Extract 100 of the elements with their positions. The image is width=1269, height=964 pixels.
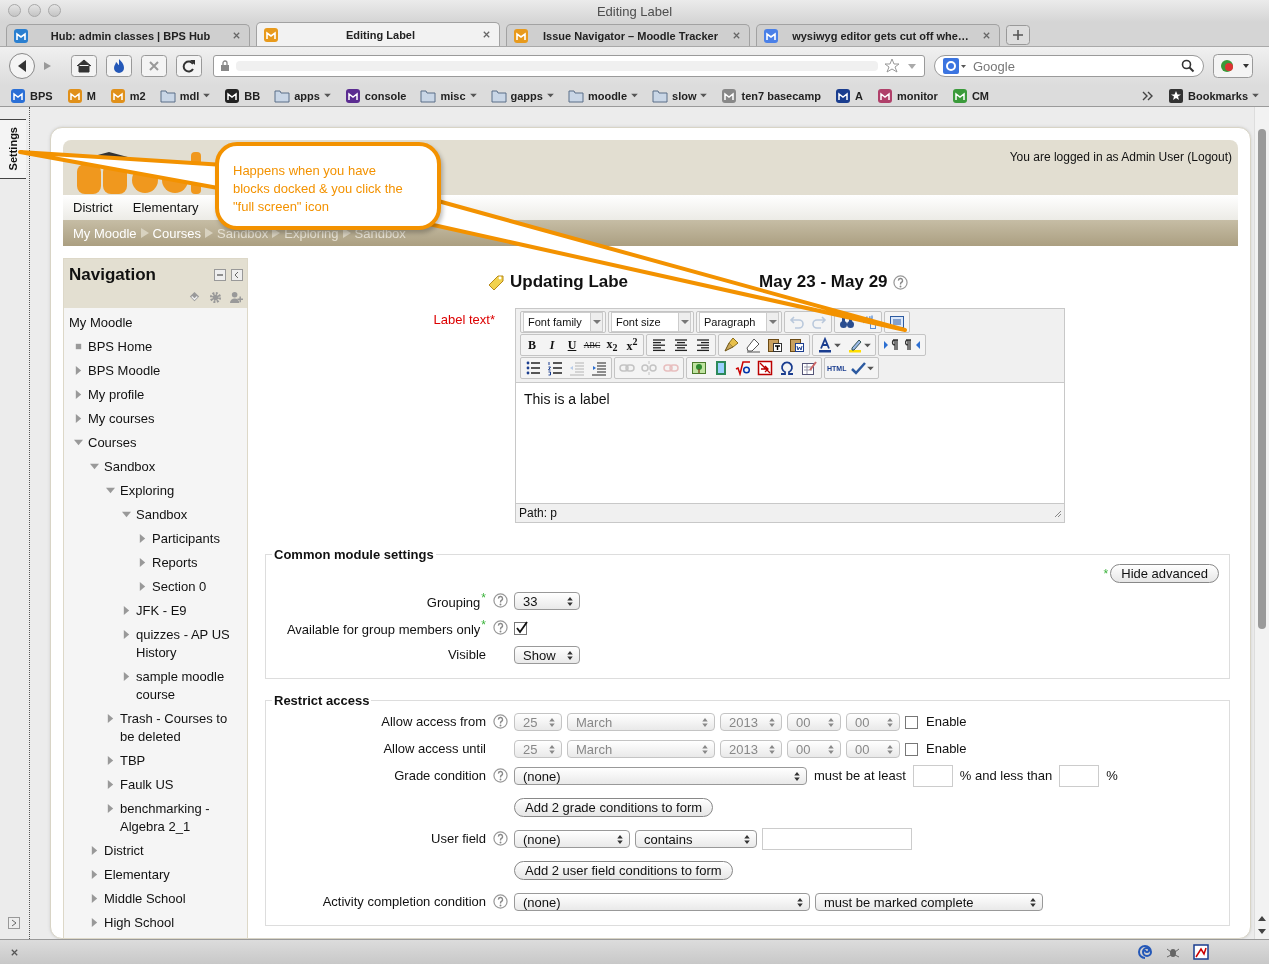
collapsed-icon[interactable]: [138, 558, 147, 567]
nav-item[interactable]: Participants: [152, 530, 220, 548]
minimize-icon[interactable]: [214, 269, 226, 281]
close-icon[interactable]: [10, 947, 19, 957]
nav-item[interactable]: High School: [104, 914, 175, 932]
nav-item[interactable]: BPS Moodle: [88, 362, 161, 380]
toolbar-button[interactable]: [787, 337, 807, 353]
input-field[interactable]: [912, 764, 953, 787]
nav-item[interactable]: sample moodle course: [136, 668, 241, 704]
collapsed-icon[interactable]: [106, 714, 115, 723]
nav-item[interactable]: Courses: [88, 434, 137, 452]
format-button[interactable]: B: [523, 337, 541, 353]
expanded-icon[interactable]: [106, 486, 115, 495]
toolbar-button[interactable]: [743, 337, 763, 353]
search-field[interactable]: Google: [934, 55, 1204, 77]
expanded-icon[interactable]: [122, 510, 131, 519]
nav-item[interactable]: Elementary: [104, 866, 170, 884]
help-icon[interactable]: [492, 768, 508, 783]
select-field[interactable]: must be marked complete: [815, 892, 1043, 911]
collapsed-icon[interactable]: [138, 534, 147, 543]
help-icon[interactable]: [492, 894, 508, 909]
stop-icon[interactable]: [141, 55, 167, 77]
input-field[interactable]: [762, 827, 912, 850]
help-icon[interactable]: [892, 274, 908, 290]
toolbar-button[interactable]: [755, 360, 775, 376]
dock-icon[interactable]: [8, 917, 20, 929]
add-conditions-button[interactable]: Add 2 grade conditions to form: [514, 797, 714, 817]
add-conditions-button[interactable]: Add 2 user field conditions to form: [514, 860, 733, 880]
nav-item[interactable]: BPS Home: [88, 338, 153, 356]
flame-icon[interactable]: [106, 55, 132, 77]
collapsed-icon[interactable]: [74, 414, 83, 423]
collapsed-icon[interactable]: [122, 672, 131, 681]
collapsed-icon[interactable]: [74, 390, 83, 399]
dock-tab[interactable]: Settings: [0, 119, 26, 179]
resize-grip-icon[interactable]: [1052, 508, 1062, 518]
new-tab-icon[interactable]: [1006, 25, 1030, 45]
collapsed-icon[interactable]: [106, 756, 115, 765]
close-icon[interactable]: [232, 31, 241, 40]
select-field[interactable]: contains: [635, 829, 757, 848]
nav-item[interactable]: Exploring: [120, 482, 175, 500]
dock-icon[interactable]: [231, 269, 243, 281]
collapsed-icon[interactable]: [122, 606, 131, 615]
collapsed-icon[interactable]: [90, 846, 99, 855]
search-engine-icon[interactable]: [943, 58, 967, 74]
nav-item[interactable]: Section 0: [152, 578, 207, 596]
toolbar-button[interactable]: [881, 337, 901, 353]
close-icon[interactable]: [732, 31, 741, 40]
help-icon[interactable]: [492, 593, 508, 608]
star-icon[interactable]: [884, 58, 918, 74]
collapsed-icon[interactable]: [90, 894, 99, 903]
toolbar-button[interactable]: [765, 337, 785, 353]
close-window-button[interactable]: [8, 4, 21, 17]
bookmark[interactable]: BPS: [10, 88, 53, 103]
collapsed-icon[interactable]: [122, 630, 131, 639]
close-icon[interactable]: [982, 31, 991, 40]
expanded-icon[interactable]: [74, 438, 83, 447]
spiral-icon[interactable]: [1137, 944, 1153, 960]
input-field[interactable]: [1059, 764, 1100, 787]
nav-item[interactable]: Faulk US: [120, 776, 174, 794]
browser-tab[interactable]: wysiwyg editor gets cut off whe…: [756, 24, 1000, 46]
toolbar-dropdown[interactable]: Paragraph: [699, 312, 779, 332]
toolbar-button[interactable]: [545, 360, 565, 376]
menu-item[interactable]: Elementary: [132, 200, 199, 215]
nav-item[interactable]: District: [104, 842, 144, 860]
select-field[interactable]: (none): [514, 766, 807, 785]
toolbar-dropdown[interactable]: Font size: [611, 312, 691, 332]
bookmark[interactable]: BB: [224, 88, 261, 103]
hide-advanced-button[interactable]: Hide advanced: [1110, 564, 1219, 583]
minimize-window-button[interactable]: [28, 4, 41, 17]
format-button[interactable]: I: [543, 337, 561, 353]
toolbar-button[interactable]: [903, 337, 923, 353]
bookmark[interactable]: moodle: [567, 88, 639, 103]
collapsed-icon[interactable]: [90, 918, 99, 927]
nav-item[interactable]: JFK - E9: [136, 602, 187, 620]
bookmark[interactable]: slow: [652, 88, 708, 103]
nav-item[interactable]: Sandbox: [104, 458, 156, 476]
checkbox[interactable]: [514, 620, 528, 635]
bookmark[interactable]: console: [344, 88, 407, 103]
bookmark[interactable]: apps: [274, 88, 331, 103]
addon-icon[interactable]: [1213, 54, 1253, 78]
nav-item[interactable]: quizzes - AP US History: [136, 626, 241, 662]
help-icon[interactable]: [492, 620, 508, 635]
bookmark[interactable]: M: [66, 88, 96, 103]
nav-item[interactable]: Trash - Courses to be deleted: [120, 710, 241, 746]
toolbar-button[interactable]: [799, 360, 819, 376]
bookmark[interactable]: CM: [951, 88, 989, 103]
close-icon[interactable]: [482, 30, 491, 39]
format-button[interactable]: x$^{2}$: [623, 336, 641, 354]
gauge-icon[interactable]: [1193, 944, 1209, 960]
browser-tab[interactable]: Issue Navigator – Moodle Tracker: [506, 24, 750, 46]
browser-tab[interactable]: Editing Label: [256, 22, 500, 46]
help-icon[interactable]: [492, 831, 508, 846]
toolbar-button[interactable]: [733, 360, 753, 376]
toolbar-dropdown[interactable]: Font family: [523, 312, 603, 332]
collapsed-icon[interactable]: [106, 804, 115, 813]
collapsed-icon[interactable]: [74, 366, 83, 375]
browser-tab[interactable]: Hub: admin classes | BPS Hub: [6, 24, 250, 46]
chevron-icon[interactable]: [1142, 90, 1155, 101]
select-field[interactable]: 33: [514, 591, 580, 610]
bookmarks-menu[interactable]: Bookmarks: [1168, 88, 1259, 103]
